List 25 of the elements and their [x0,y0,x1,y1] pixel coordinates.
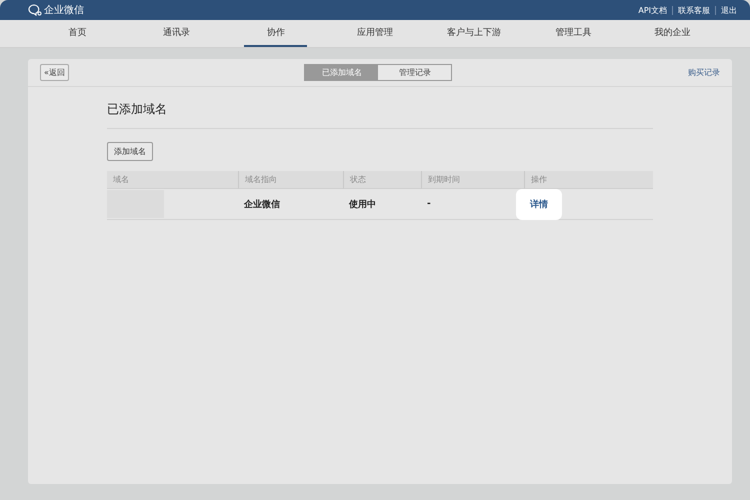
column-header: 到期时间 [421,171,524,189]
table-cell-text: 使用中 [349,198,376,210]
nav-tab[interactable]: 通讯录 [145,20,208,47]
column-header: 域名 [107,171,238,189]
header-link[interactable]: API文档 [633,6,672,14]
nav-tab[interactable]: 应用管理 [343,20,407,47]
column-header: 状态 [343,171,421,189]
header-link[interactable]: 联系客服 [672,6,715,14]
table-cell-text: 企业微信 [244,198,280,210]
nav-tab[interactable]: 管理工具 [542,20,605,47]
nav-tab[interactable]: 协作 [244,20,308,47]
purchase-history-link[interactable]: 购买记录 [688,67,720,78]
logo-text: 企业微信 [44,4,84,17]
chat-bubble-icon [28,4,42,16]
section-title: 已添加域名 [107,87,653,129]
nav-tab[interactable]: 我的企业 [640,20,704,47]
table-cell: - [427,199,431,209]
add-domain-button[interactable]: 添加域名 [107,142,153,161]
details-link[interactable]: 详情 [516,188,562,220]
column-header: 域名指向 [238,171,343,189]
nav-tab[interactable]: 首页 [46,20,110,47]
back-button[interactable]: «返回 [40,64,69,81]
nav-tab[interactable]: 客户与上下游 [442,20,506,47]
header-link[interactable]: 退出 [715,6,742,14]
column-header: 操作 [524,171,653,189]
